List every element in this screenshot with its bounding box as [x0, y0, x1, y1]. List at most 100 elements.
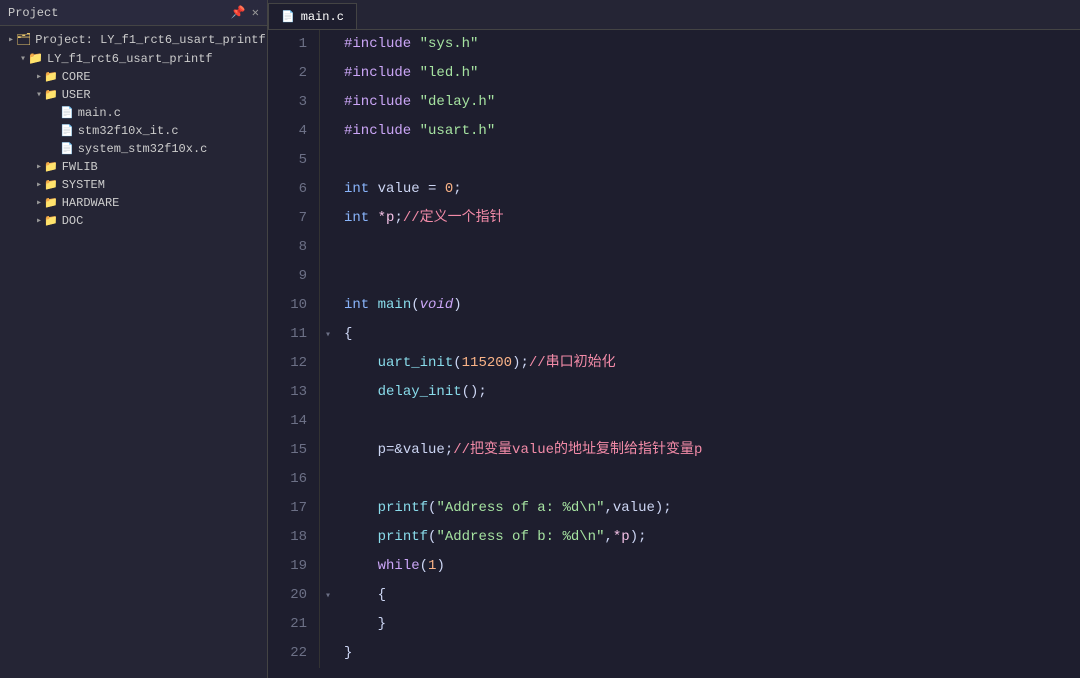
code-9: [336, 262, 1080, 291]
stm32-it-label: stm32f10x_it.c: [78, 124, 179, 138]
line-num-21: 21: [268, 610, 320, 639]
line-7: 7 int *p;//定义一个指针: [268, 204, 1080, 233]
line-num-14: 14: [268, 407, 320, 436]
core-folder-item[interactable]: ▸ 📁 CORE: [0, 68, 267, 86]
doc-label: DOC: [62, 214, 84, 228]
core-expand-icon: ▸: [36, 71, 42, 83]
system-stm32-item[interactable]: ▸ 📄 system_stm32f10x.c: [0, 140, 267, 158]
code-3: #include "delay.h": [336, 88, 1080, 117]
line-2: 2 #include "led.h": [268, 59, 1080, 88]
line-num-20: 20: [268, 581, 320, 610]
line-num-10: 10: [268, 291, 320, 320]
code-22: }: [336, 639, 1080, 668]
project-icon: 🗂: [16, 32, 31, 47]
code-19: while(1): [336, 552, 1080, 581]
fold-14: [320, 407, 336, 436]
line-num-1: 1: [268, 30, 320, 59]
system-folder-icon: 📁: [44, 178, 58, 192]
fold-5: [320, 146, 336, 175]
folder-icon-2: 📁: [28, 51, 43, 66]
code-10: int main(void): [336, 291, 1080, 320]
code-4: #include "usart.h": [336, 117, 1080, 146]
project-root-label: Project: LY_f1_rct6_usart_printf: [35, 33, 265, 47]
code-13: delay_init();: [336, 378, 1080, 407]
close-icon[interactable]: ✕: [252, 5, 259, 20]
line-num-8: 8: [268, 233, 320, 262]
line-18: 18 printf("Address of b: %d\n",*p);: [268, 523, 1080, 552]
line-num-11: 11: [268, 320, 320, 349]
line-12: 12 uart_init(115200);//串口初始化: [268, 349, 1080, 378]
sidebar-header: Project 📌 ✕: [0, 0, 267, 26]
code-7: int *p;//定义一个指针: [336, 204, 1080, 233]
hardware-item[interactable]: ▸ 📁 HARDWARE: [0, 194, 267, 212]
line-num-19: 19: [268, 552, 320, 581]
fold-3: [320, 88, 336, 117]
line-num-18: 18: [268, 523, 320, 552]
fold-20[interactable]: ▾: [320, 581, 336, 610]
fold-11[interactable]: ▾: [320, 320, 336, 349]
line-15: 15 p=&value;//把变量value的地址复制给指针变量p: [268, 436, 1080, 465]
line-num-4: 4: [268, 117, 320, 146]
code-2: #include "led.h": [336, 59, 1080, 88]
code-21: }: [336, 610, 1080, 639]
fold-2: [320, 59, 336, 88]
fold-22: [320, 639, 336, 668]
fold-13: [320, 378, 336, 407]
fwlib-icon: 📁: [44, 160, 58, 174]
doc-item[interactable]: ▸ 📁 DOC: [0, 212, 267, 230]
hardware-icon: 📁: [44, 196, 58, 210]
fwlib-expand: ▸: [36, 161, 42, 173]
code-17: printf("Address of a: %d\n",value);: [336, 494, 1080, 523]
line-14: 14: [268, 407, 1080, 436]
line-num-13: 13: [268, 378, 320, 407]
system-icon: 📄: [60, 142, 74, 156]
fold-12: [320, 349, 336, 378]
project-node-label: LY_f1_rct6_usart_printf: [47, 52, 213, 66]
line-1: 1 #include "sys.h": [268, 30, 1080, 59]
sidebar-title: Project: [8, 6, 58, 20]
user-folder-label: USER: [62, 88, 91, 102]
editor-area: 📄 main.c 1 #include "sys.h" 2 #include "…: [268, 0, 1080, 678]
pin-icon[interactable]: 📌: [231, 5, 246, 20]
code-container[interactable]: 1 #include "sys.h" 2 #include "led.h" 3 …: [268, 30, 1080, 678]
line-num-15: 15: [268, 436, 320, 465]
line-num-7: 7: [268, 204, 320, 233]
code-5: [336, 146, 1080, 175]
tab-file-icon: 📄: [281, 10, 295, 24]
line-num-17: 17: [268, 494, 320, 523]
fold-19: [320, 552, 336, 581]
sidebar-content: ▸ 🗂 Project: LY_f1_rct6_usart_printf ▾ 📁…: [0, 26, 267, 678]
line-6: 6 int value = 0;: [268, 175, 1080, 204]
line-16: 16: [268, 465, 1080, 494]
main-c-item[interactable]: ▸ 📄 main.c: [0, 104, 267, 122]
fold-17: [320, 494, 336, 523]
system-folder-label: SYSTEM: [62, 178, 105, 192]
code-15: p=&value;//把变量value的地址复制给指针变量p: [336, 436, 1080, 465]
system-label: system_stm32f10x.c: [78, 142, 208, 156]
code-18: printf("Address of b: %d\n",*p);: [336, 523, 1080, 552]
user-expand-icon: ▾: [36, 89, 42, 101]
hardware-label: HARDWARE: [62, 196, 120, 210]
line-num-16: 16: [268, 465, 320, 494]
line-num-2: 2: [268, 59, 320, 88]
fwlib-label: FWLIB: [62, 160, 98, 174]
tab-main-c[interactable]: 📄 main.c: [268, 3, 357, 29]
expand-icon: ▸: [8, 34, 14, 46]
code-8: [336, 233, 1080, 262]
code-11: {: [336, 320, 1080, 349]
line-21: 21 }: [268, 610, 1080, 639]
line-19: 19 while(1): [268, 552, 1080, 581]
line-num-3: 3: [268, 88, 320, 117]
line-17: 17 printf("Address of a: %d\n",value);: [268, 494, 1080, 523]
fold-10: [320, 291, 336, 320]
main-layout: Project 📌 ✕ ▸ 🗂 Project: LY_f1_rct6_usar…: [0, 0, 1080, 678]
project-root-item[interactable]: ▸ 🗂 Project: LY_f1_rct6_usart_printf: [0, 30, 267, 49]
stm32-it-item[interactable]: ▸ 📄 stm32f10x_it.c: [0, 122, 267, 140]
user-folder-item[interactable]: ▾ 📁 USER: [0, 86, 267, 104]
sidebar-panel: Project 📌 ✕ ▸ 🗂 Project: LY_f1_rct6_usar…: [0, 0, 268, 678]
system-folder-item[interactable]: ▸ 📁 SYSTEM: [0, 176, 267, 194]
project-node-item[interactable]: ▾ 📁 LY_f1_rct6_usart_printf: [0, 49, 267, 68]
fwlib-item[interactable]: ▸ 📁 FWLIB: [0, 158, 267, 176]
line-num-22: 22: [268, 639, 320, 668]
fold-1: [320, 30, 336, 59]
